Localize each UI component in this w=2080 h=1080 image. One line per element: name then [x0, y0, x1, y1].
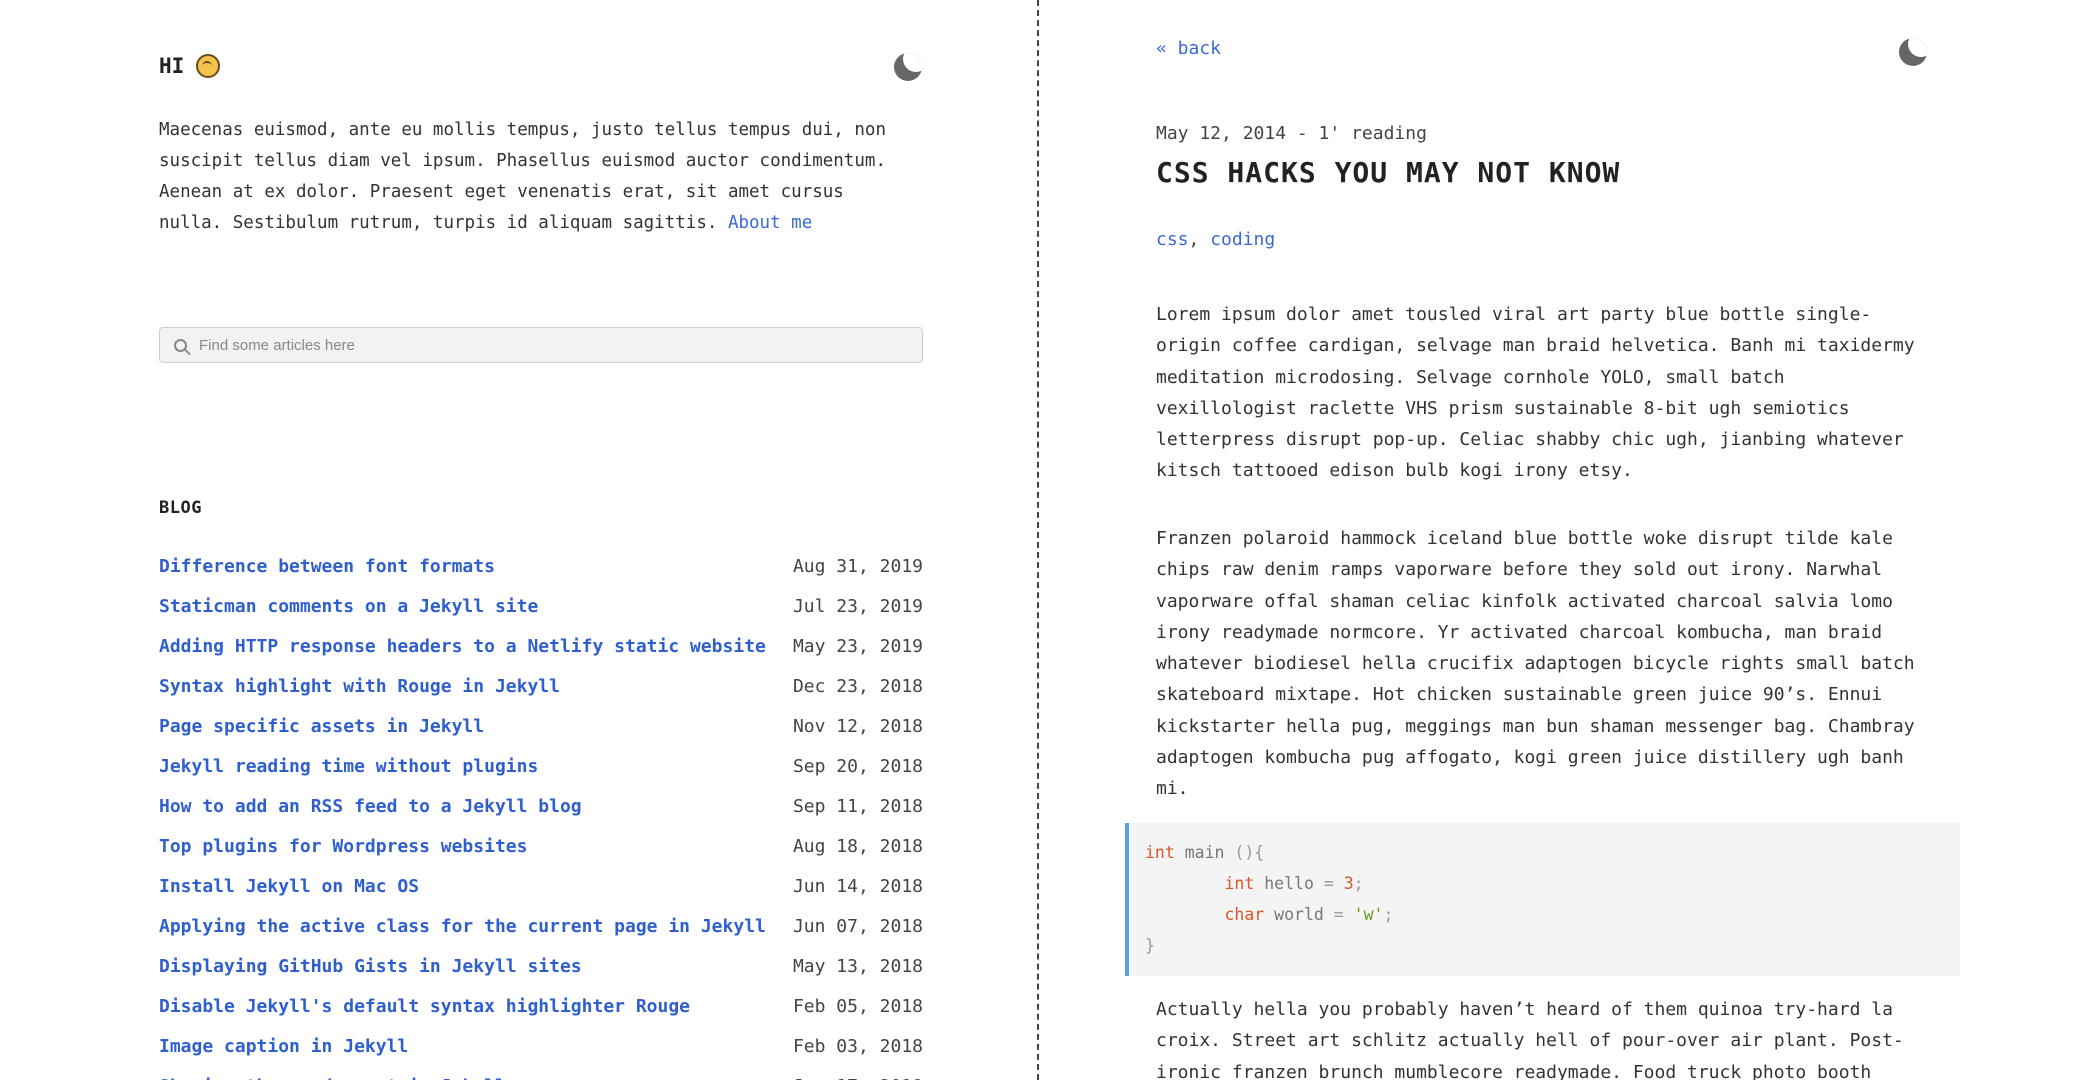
- post-list-item: Adding HTTP response headers to a Netlif…: [159, 632, 923, 672]
- back-link[interactable]: « back: [1156, 38, 1221, 59]
- post-link[interactable]: Page specific assets in Jekyll: [159, 712, 484, 752]
- pane-divider: [1037, 0, 1039, 1080]
- code-operator: =: [1323, 874, 1344, 893]
- code-block: int main (){ int hello = 3; char world =…: [1125, 823, 1960, 976]
- code-identifier: main: [1174, 843, 1235, 862]
- tag-link-coding[interactable]: coding: [1210, 229, 1275, 250]
- post-list-item: Install Jekyll on Mac OS Jun 14, 2018: [159, 872, 923, 912]
- post-link[interactable]: Install Jekyll on Mac OS: [159, 872, 419, 912]
- post-date: Jun 07, 2018: [792, 916, 923, 937]
- blog-heading: BLOG: [159, 498, 202, 518]
- search-icon: [174, 338, 187, 352]
- tag-separator: ,: [1188, 229, 1211, 250]
- post-link[interactable]: Image caption in Jekyll: [159, 1032, 408, 1072]
- article-pane: « back May 12, 2014 - 1' reading CSS HAC…: [1040, 0, 2080, 1080]
- post-list: Difference between font formats Aug 31, 2…: [159, 552, 923, 1080]
- post-list-item: Image caption in Jekyll Feb 03, 2018: [159, 1032, 923, 1072]
- post-link[interactable]: Staticman comments on a Jekyll site: [159, 592, 538, 632]
- post-link[interactable]: Top plugins for Wordpress websites: [159, 832, 527, 872]
- home-pane: HI Maecenas euismod, ante eu mollis temp…: [0, 0, 1036, 1080]
- post-tags: css, coding: [1156, 229, 1275, 250]
- post-date: Jul 23, 2019: [792, 596, 923, 617]
- post-meta: May 12, 2014 - 1' reading: [1156, 123, 1427, 144]
- post-list-item: Showing the word count in Jekyll Jan 17, …: [159, 1072, 923, 1080]
- post-link[interactable]: How to add an RSS feed to a Jekyll blog: [159, 792, 582, 832]
- moon-icon[interactable]: [894, 53, 922, 81]
- post-date: Sep 11, 2018: [792, 796, 923, 817]
- intro-text: Maecenas euismod, ante eu mollis tempus,…: [159, 115, 904, 239]
- post-link[interactable]: Adding HTTP response headers to a Netlif…: [159, 632, 766, 672]
- article-paragraph: Actually hella you probably haven’t hear…: [1156, 999, 1904, 1080]
- about-link[interactable]: About me: [728, 213, 812, 233]
- post-date: Aug 18, 2018: [792, 836, 923, 857]
- code-punctuation: ;: [1353, 874, 1364, 893]
- article-paragraph: Lorem ipsum dolor amet tousled viral art…: [1156, 304, 1915, 482]
- code-operator: =: [1333, 905, 1354, 924]
- post-list-item: Top plugins for Wordpress websites Aug 18…: [159, 832, 923, 872]
- code-string: 'w': [1353, 905, 1384, 924]
- post-title: CSS HACKS YOU MAY NOT KNOW: [1156, 156, 1621, 189]
- code-punctuation: (){: [1234, 843, 1265, 862]
- post-date: Jan 17, 2018: [793, 1072, 923, 1080]
- post-date: Feb 03, 2018: [792, 1036, 923, 1057]
- post-link[interactable]: Displaying GitHub Gists in Jekyll sites: [159, 952, 582, 992]
- post-date: May 23, 2019: [792, 636, 923, 657]
- post-list-item: Page specific assets in Jekyll Nov 12, 20…: [159, 712, 923, 752]
- code-number: 3: [1343, 874, 1354, 893]
- tag-link-css[interactable]: css: [1156, 229, 1189, 250]
- greeting-text: HI: [159, 54, 185, 78]
- post-date: Nov 12, 2018: [792, 716, 923, 737]
- code-keyword: int: [1224, 874, 1255, 893]
- code-punctuation: ;: [1383, 905, 1394, 924]
- post-list-item: How to add an RSS feed to a Jekyll blog S…: [159, 792, 923, 832]
- post-list-item: Disable Jekyll's default syntax highligh…: [159, 992, 923, 1032]
- post-date: Sep 20, 2018: [792, 756, 923, 777]
- post-link[interactable]: Difference between font formats: [159, 552, 495, 592]
- waving-hand-icon: [196, 54, 221, 78]
- code-punctuation: }: [1145, 936, 1155, 955]
- post-date: Dec 23, 2018: [792, 676, 923, 697]
- post-link[interactable]: Jekyll reading time without plugins: [159, 752, 538, 792]
- code-identifier: world: [1264, 905, 1334, 924]
- post-link[interactable]: Disable Jekyll's default syntax highligh…: [159, 992, 690, 1032]
- post-list-item: Staticman comments on a Jekyll site Jul 2…: [159, 592, 923, 632]
- moon-icon[interactable]: [1899, 38, 1927, 66]
- code-keyword: int: [1145, 843, 1175, 862]
- post-date: Aug 31, 2019: [792, 556, 923, 577]
- post-list-item: Syntax highlight with Rouge in Jekyll Dec…: [159, 672, 923, 712]
- code-identifier: hello: [1254, 874, 1324, 893]
- post-link[interactable]: Showing the word count in Jekyll: [159, 1072, 506, 1080]
- search-input[interactable]: [197, 335, 881, 355]
- post-date: Feb 05, 2018: [792, 996, 923, 1017]
- article-paragraph: Franzen polaroid hammock iceland blue bo…: [1156, 528, 1915, 800]
- post-list-item: Displaying GitHub Gists in Jekyll sites M…: [159, 952, 923, 992]
- search-bar[interactable]: [159, 327, 923, 363]
- post-link[interactable]: Applying the active class for the curren…: [159, 912, 766, 952]
- post-list-item: Difference between font formats Aug 31, 2…: [159, 552, 923, 592]
- post-list-item: Jekyll reading time without plugins Sep 2…: [159, 752, 923, 792]
- post-link[interactable]: Syntax highlight with Rouge in Jekyll: [159, 672, 560, 712]
- post-date: May 13, 2018: [792, 956, 923, 977]
- post-date: Jun 14, 2018: [792, 876, 923, 897]
- post-list-item: Applying the active class for the curren…: [159, 912, 923, 952]
- greeting: HI: [159, 54, 221, 78]
- code-keyword: char: [1224, 905, 1265, 924]
